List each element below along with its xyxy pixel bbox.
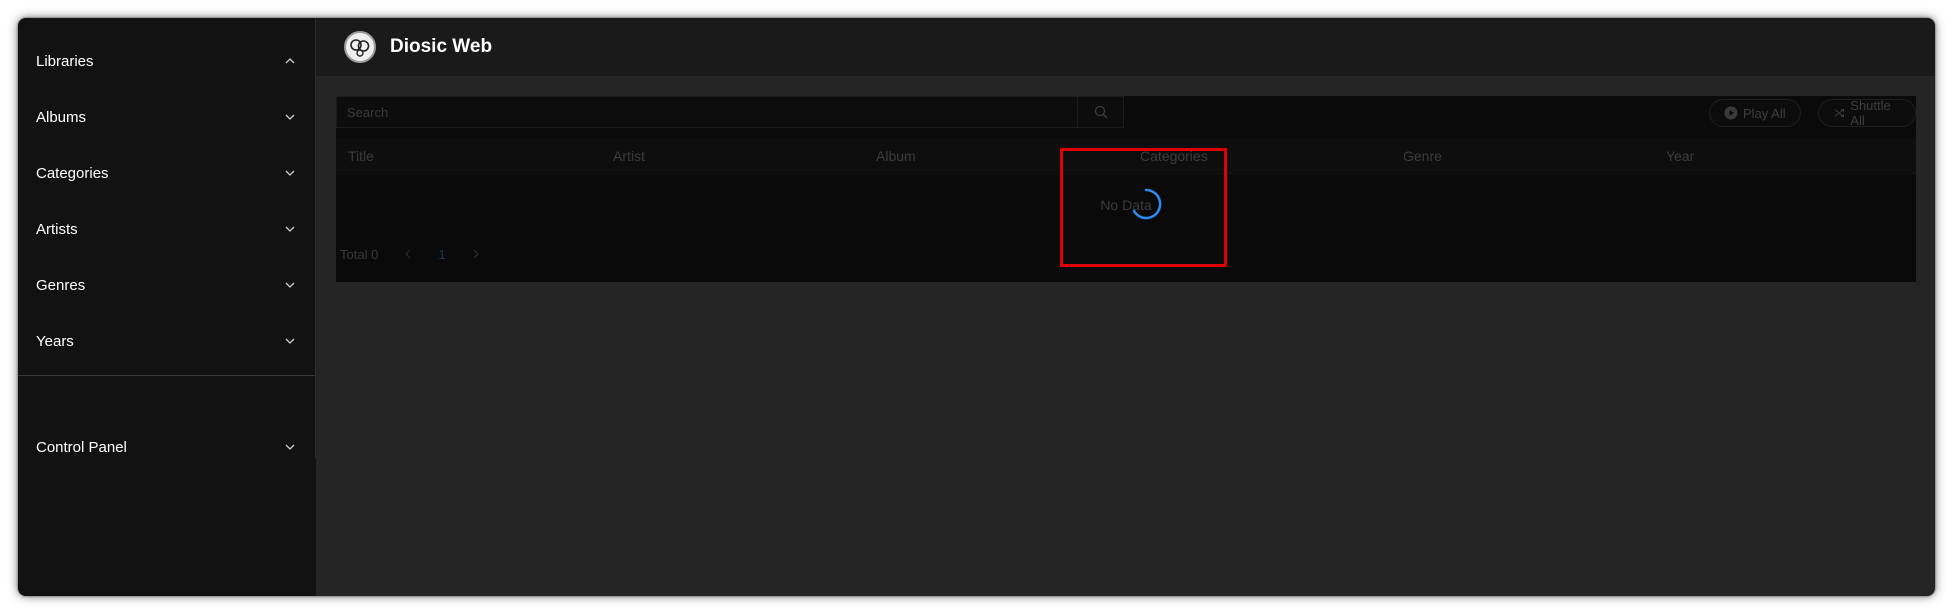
sidebar-item-label: Control Panel bbox=[36, 438, 127, 456]
play-all-label: Play All bbox=[1743, 105, 1786, 121]
sidebar: Libraries Albums Categories Artists Genr… bbox=[18, 18, 316, 596]
sidebar-item-albums[interactable]: Albums bbox=[18, 89, 316, 145]
chevron-down-icon bbox=[284, 111, 296, 123]
pagination: Total 0 1 bbox=[340, 242, 480, 266]
sidebar-item-label: Albums bbox=[36, 108, 87, 126]
table-header: Title Artist Album Categories Genre Year bbox=[336, 138, 1916, 174]
sidebar-item-control-panel[interactable]: Control Panel bbox=[18, 419, 316, 475]
sidebar-divider bbox=[18, 375, 316, 376]
empty-state: No Data bbox=[1100, 197, 1152, 213]
songs-panel: Play All Shuttle All Title Artist Album … bbox=[336, 96, 1916, 282]
app-title: Diosic Web bbox=[390, 36, 493, 57]
total-count: Total 0 bbox=[340, 246, 379, 262]
prev-page-icon[interactable] bbox=[404, 247, 412, 262]
toolbar: Play All Shuttle All bbox=[336, 96, 1916, 128]
sidebar-item-genres[interactable]: Genres bbox=[18, 257, 316, 313]
sidebar-item-years[interactable]: Years bbox=[18, 313, 316, 369]
app-window: Libraries Albums Categories Artists Genr… bbox=[18, 18, 1935, 596]
shuffle-all-button[interactable]: Shuttle All bbox=[1818, 98, 1916, 128]
chevron-up-icon bbox=[284, 55, 296, 67]
loading-spinner-icon bbox=[1132, 188, 1162, 220]
column-header-categories[interactable]: Categories bbox=[1140, 148, 1208, 164]
next-page-icon[interactable] bbox=[472, 247, 480, 262]
sidebar-item-libraries[interactable]: Libraries bbox=[18, 33, 316, 89]
search-button[interactable] bbox=[1078, 96, 1124, 128]
page-number-current[interactable]: 1 bbox=[438, 247, 445, 262]
chevron-down-icon bbox=[284, 223, 296, 235]
chevron-down-icon bbox=[284, 167, 296, 179]
sidebar-item-label: Categories bbox=[36, 164, 109, 182]
sidebar-item-label: Artists bbox=[36, 220, 78, 238]
search-icon bbox=[1094, 105, 1107, 119]
sidebar-border bbox=[315, 18, 316, 458]
search-input[interactable] bbox=[336, 96, 1078, 128]
shuffle-all-label: Shuttle All bbox=[1850, 98, 1891, 128]
sidebar-item-label: Years bbox=[36, 332, 74, 350]
shuffle-icon bbox=[1834, 108, 1845, 118]
sidebar-item-label: Libraries bbox=[36, 52, 94, 70]
chevron-down-icon bbox=[284, 335, 296, 347]
play-icon bbox=[1724, 106, 1738, 120]
sidebar-item-label: Genres bbox=[36, 276, 86, 294]
app-header: Diosic Web bbox=[316, 18, 1935, 76]
play-all-button[interactable]: Play All bbox=[1709, 99, 1801, 127]
column-header-year[interactable]: Year bbox=[1666, 148, 1694, 164]
column-header-genre[interactable]: Genre bbox=[1403, 148, 1442, 164]
chevron-down-icon bbox=[284, 441, 296, 453]
chevron-down-icon bbox=[284, 279, 296, 291]
column-header-artist[interactable]: Artist bbox=[613, 148, 645, 164]
sidebar-item-artists[interactable]: Artists bbox=[18, 201, 316, 257]
column-header-album[interactable]: Album bbox=[876, 148, 916, 164]
column-header-title[interactable]: Title bbox=[348, 148, 374, 164]
sidebar-item-categories[interactable]: Categories bbox=[18, 145, 316, 201]
app-logo-icon bbox=[344, 31, 376, 63]
